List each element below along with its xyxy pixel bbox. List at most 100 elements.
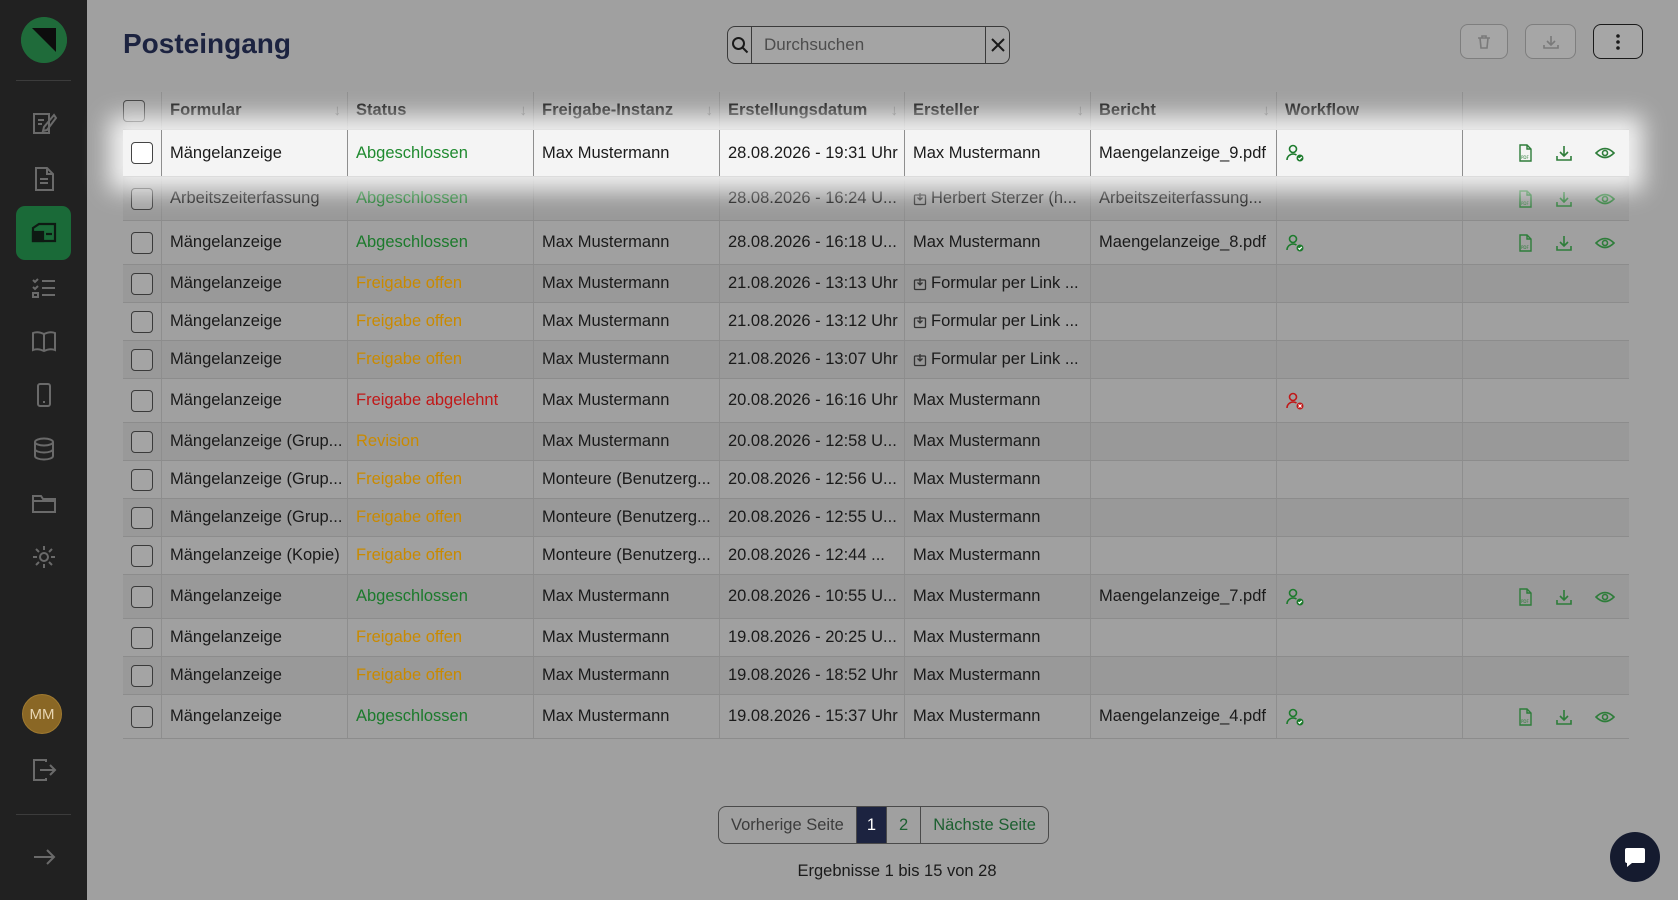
table-row[interactable]: Mängelanzeige (Kopie) Freigabe offen Monte… — [123, 537, 1629, 575]
logout-button[interactable] — [16, 743, 71, 797]
table-row[interactable]: Mängelanzeige (Grup... Revision Max Muster… — [123, 423, 1629, 461]
pdf-icon[interactable]: PDF — [1517, 707, 1533, 726]
form-link-icon — [913, 277, 927, 291]
form-name: Mängelanzeige (Grup... — [170, 508, 343, 526]
report-file[interactable]: Maengelanzeige_9.pdf — [1099, 144, 1266, 163]
report-file[interactable]: Maengelanzeige_4.pdf — [1099, 707, 1266, 726]
search-icon[interactable] — [728, 27, 752, 63]
more-options-button[interactable] — [1593, 24, 1643, 59]
column-header-freigabe-instanz[interactable]: Freigabe-Instanz ↓ — [534, 92, 720, 129]
column-header-bericht[interactable]: Bericht ↓ — [1091, 92, 1277, 129]
table-row[interactable]: Mängelanzeige (Grup... Freigabe offen Mont… — [123, 461, 1629, 499]
workflow-approved-icon[interactable] — [1285, 587, 1305, 607]
row-checkbox[interactable] — [131, 187, 153, 210]
row-checkbox[interactable] — [131, 585, 153, 608]
row-checkbox[interactable] — [131, 348, 153, 371]
chat-button[interactable] — [1610, 832, 1660, 882]
close-icon — [990, 38, 1005, 52]
workflow-rejected-icon[interactable] — [1285, 391, 1305, 411]
pdf-icon[interactable]: PDF — [1517, 233, 1533, 252]
report-file[interactable]: Arbeitszeiterfassung... — [1099, 189, 1262, 208]
sort-arrow-icon[interactable]: ↓ — [1263, 102, 1271, 119]
workflow-approved-icon[interactable] — [1285, 233, 1305, 253]
expand-sidebar-button[interactable] — [16, 830, 71, 884]
row-checkbox[interactable] — [131, 506, 153, 529]
download-icon[interactable] — [1555, 708, 1573, 726]
pdf-icon[interactable]: PDF — [1517, 144, 1533, 162]
row-checkbox[interactable] — [131, 705, 153, 728]
cell-actions — [1463, 619, 1629, 656]
download-icon[interactable] — [1555, 588, 1573, 606]
row-checkbox[interactable] — [131, 231, 153, 254]
clear-search-button[interactable] — [985, 27, 1009, 63]
row-checkbox[interactable] — [131, 626, 153, 649]
sort-arrow-icon[interactable]: ↓ — [1077, 102, 1085, 119]
column-header-erstellungsdatum[interactable]: Erstellungsdatum ↓ — [720, 92, 905, 129]
table-row[interactable]: Mängelanzeige Freigabe offen Max Musterman… — [123, 341, 1629, 379]
sidebar-item-checklists[interactable] — [16, 260, 71, 314]
table-row[interactable]: Mängelanzeige Freigabe offen Max Musterman… — [123, 265, 1629, 303]
table-row[interactable]: Mängelanzeige Freigabe offen Max Musterman… — [123, 619, 1629, 657]
eye-icon[interactable] — [1595, 590, 1615, 604]
row-checkbox[interactable] — [131, 664, 153, 687]
eye-icon[interactable] — [1595, 192, 1615, 206]
approver-name: Monteure (Benutzerg... — [542, 470, 711, 488]
sidebar-item-inbox[interactable] — [16, 206, 71, 260]
column-header-formular[interactable]: Formular ↓ — [162, 92, 348, 129]
eye-icon[interactable] — [1595, 146, 1615, 160]
row-checkbox[interactable] — [131, 389, 153, 412]
table-row[interactable]: Mängelanzeige Abgeschlossen Max Mustermann… — [123, 695, 1629, 739]
sidebar-item-manual[interactable] — [16, 314, 71, 368]
report-file[interactable]: Maengelanzeige_8.pdf — [1099, 233, 1266, 252]
sidebar-item-settings[interactable] — [16, 530, 71, 584]
table-row[interactable]: Arbeitszeiterfassung Abgeschlossen 28.08.2… — [123, 177, 1629, 221]
workflow-approved-icon[interactable] — [1285, 707, 1305, 727]
table-row[interactable]: Mängelanzeige Abgeschlossen Max Mustermann… — [123, 130, 1629, 177]
download-icon[interactable] — [1555, 234, 1573, 252]
cell-status: Freigabe abgelehnt — [348, 379, 534, 422]
eye-icon[interactable] — [1595, 710, 1615, 724]
pdf-icon[interactable]: PDF — [1517, 189, 1533, 208]
avatar[interactable]: MM — [22, 694, 62, 734]
pdf-icon[interactable]: PDF — [1517, 587, 1533, 606]
table-row[interactable]: Mängelanzeige (Grup... Freigabe offen Mont… — [123, 499, 1629, 537]
row-checkbox[interactable] — [131, 310, 153, 333]
sort-arrow-icon[interactable]: ↓ — [520, 102, 528, 119]
page-1-button[interactable]: 1 — [856, 807, 888, 843]
column-header-ersteller[interactable]: Ersteller ↓ — [905, 92, 1091, 129]
row-checkbox[interactable] — [131, 272, 153, 295]
row-select-cell — [123, 461, 162, 498]
delete-button[interactable] — [1460, 24, 1508, 59]
row-checkbox[interactable] — [131, 544, 153, 567]
sidebar-item-documents[interactable] — [16, 152, 71, 206]
table-row[interactable]: Mängelanzeige Freigabe offen Max Musterman… — [123, 657, 1629, 695]
table-row[interactable]: Mängelanzeige Abgeschlossen Max Mustermann… — [123, 575, 1629, 619]
download-icon[interactable] — [1555, 144, 1573, 162]
page-2-button[interactable]: 2 — [887, 807, 922, 843]
workflow-approved-icon[interactable] — [1285, 143, 1305, 163]
table-row[interactable]: Mängelanzeige Abgeschlossen Max Mustermann… — [123, 221, 1629, 265]
row-checkbox[interactable] — [131, 430, 153, 453]
search-input[interactable] — [752, 27, 985, 63]
row-checkbox[interactable] — [131, 142, 153, 164]
select-all-checkbox[interactable] — [123, 99, 145, 122]
row-select-cell — [123, 303, 162, 340]
sidebar-item-mobile[interactable] — [16, 368, 71, 422]
sort-arrow-icon[interactable]: ↓ — [891, 102, 899, 119]
sidebar-item-form-editor[interactable] — [16, 96, 71, 150]
sort-arrow-icon[interactable]: ↓ — [334, 102, 342, 119]
table-row[interactable]: Mängelanzeige Freigabe abgelehnt Max Muste… — [123, 379, 1629, 423]
prev-page-button[interactable]: Vorherige Seite — [719, 807, 857, 843]
column-header-status[interactable]: Status ↓ — [348, 92, 534, 129]
next-page-button[interactable]: Nächste Seite — [921, 807, 1048, 843]
logo[interactable] — [21, 17, 67, 63]
download-icon[interactable] — [1555, 190, 1573, 208]
row-checkbox[interactable] — [131, 468, 153, 491]
report-file[interactable]: Maengelanzeige_7.pdf — [1099, 587, 1266, 606]
sort-arrow-icon[interactable]: ↓ — [706, 102, 714, 119]
table-row[interactable]: Mängelanzeige Freigabe offen Max Musterman… — [123, 303, 1629, 341]
sidebar-item-folders[interactable] — [16, 476, 71, 530]
sidebar-item-database[interactable] — [16, 422, 71, 476]
download-button[interactable] — [1525, 24, 1576, 59]
eye-icon[interactable] — [1595, 236, 1615, 250]
